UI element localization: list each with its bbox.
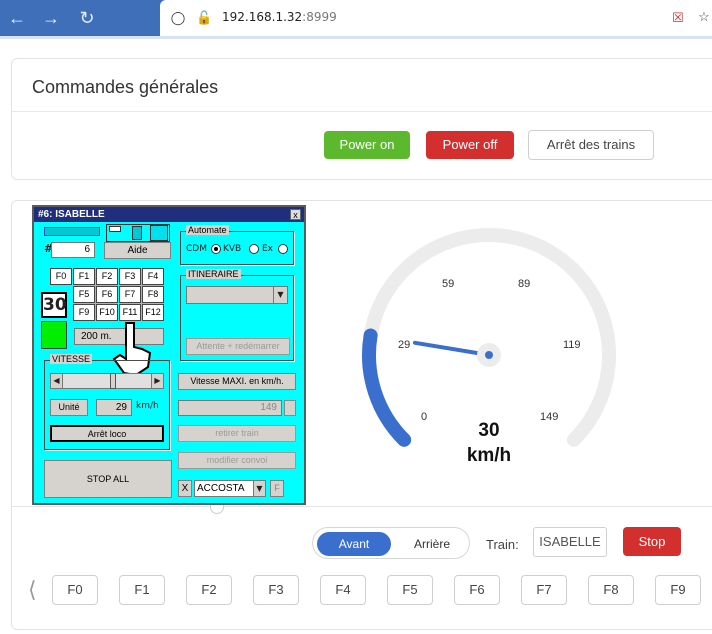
accosta-dropdown-icon[interactable]: ▼ xyxy=(253,481,265,496)
gauge-tick-89: 89 xyxy=(518,278,531,290)
gauge-fill xyxy=(362,328,412,447)
radio-kvb-label: KVB xyxy=(223,244,242,254)
fkey-f7[interactable]: F7 xyxy=(521,575,567,605)
stop-trains-button[interactable]: Arrêt des trains xyxy=(528,130,654,160)
window-close-button[interactable]: x xyxy=(290,209,301,220)
popup-f0[interactable]: F0 xyxy=(50,268,72,285)
dropdown-arrow-icon[interactable]: ▼ xyxy=(273,287,287,303)
gauge-tick-0: 0 xyxy=(421,411,428,423)
arret-loco-button[interactable]: Arrêt loco xyxy=(50,425,164,442)
window-title[interactable]: #6: ISABELLE xyxy=(34,207,304,222)
x-button[interactable]: X xyxy=(178,480,192,497)
window-icon xyxy=(150,225,168,241)
gauge-tick-149: 149 xyxy=(540,411,559,423)
indicator-bar xyxy=(44,227,100,236)
radio-cdm[interactable] xyxy=(211,244,221,254)
translate-off-icon[interactable]: ☒ xyxy=(670,10,686,26)
attente-button[interactable]: Attente + redémarrer xyxy=(186,338,290,355)
chevron-left-icon[interactable]: ⟨ xyxy=(28,579,37,601)
slider-left-arrow-icon[interactable]: ◀ xyxy=(51,374,63,388)
gauge-tick-59: 59 xyxy=(442,278,455,290)
gauge-track xyxy=(362,228,616,447)
gauge-unit: km/h xyxy=(466,445,512,466)
modifier-convoi-button[interactable]: modifier convoi xyxy=(178,452,296,469)
insecure-lock-icon[interactable]: 🔓 xyxy=(196,10,212,26)
vitesse-label: VITESSE xyxy=(50,354,93,364)
unite-button[interactable]: Unité xyxy=(50,399,88,416)
aide-button[interactable]: Aide xyxy=(104,242,171,259)
speed-unit-label: km/h xyxy=(136,401,159,411)
automate-label: Automate xyxy=(186,225,229,235)
train-label: Train: xyxy=(486,537,519,552)
popup-f9[interactable]: F9 xyxy=(73,304,95,321)
popup-f3[interactable]: F3 xyxy=(119,268,141,285)
popup-f8[interactable]: F8 xyxy=(142,286,164,303)
fkey-f8[interactable]: F8 xyxy=(588,575,634,605)
popup-f4[interactable]: F4 xyxy=(142,268,164,285)
reload-icon[interactable]: ↻ xyxy=(74,5,100,31)
popup-f7[interactable]: F7 xyxy=(119,286,141,303)
vitesse-slider[interactable] xyxy=(50,373,164,389)
radio-ex-label: Ex xyxy=(262,244,274,254)
loco-number-field[interactable]: 6 xyxy=(51,242,95,258)
loco-control-window[interactable]: #6: ISABELLE x # 6 Aide F0 F1 F2 F3 F4 F… xyxy=(32,205,306,505)
browser-toolbar: ← → ↻ ◯ 🔓 192.168.1.32:8999 ☒ ☆ xyxy=(0,0,712,36)
gauge-hub-dot xyxy=(485,351,493,359)
power-on-button[interactable]: Power on xyxy=(324,131,410,159)
general-commands-title: Commandes générales xyxy=(32,77,219,97)
fkey-f2[interactable]: F2 xyxy=(186,575,232,605)
back-arrow-icon[interactable]: ← xyxy=(4,5,30,31)
popup-f2[interactable]: F2 xyxy=(96,268,118,285)
forward-arrow-icon[interactable]: → xyxy=(38,5,64,31)
url-text[interactable]: 192.168.1.32:8999 xyxy=(222,10,337,24)
gauge-tick-119: 119 xyxy=(563,339,581,351)
door-icon xyxy=(132,226,142,240)
popup-f1[interactable]: F1 xyxy=(73,268,95,285)
fkey-f6[interactable]: F6 xyxy=(454,575,500,605)
maxi-spinner[interactable] xyxy=(284,400,296,416)
bookmark-star-icon[interactable]: ☆ xyxy=(696,9,712,25)
gauge-tick-29: 29 xyxy=(398,339,411,351)
itineraire-label: ITINERAIRE xyxy=(186,269,241,279)
gauge-value: 30 xyxy=(478,420,500,441)
toolbar-divider xyxy=(0,36,712,39)
signal-green-indicator xyxy=(41,321,67,349)
vitesse-maxi-button[interactable]: Vitesse MAXI. en km/h. xyxy=(178,373,296,390)
backward-option[interactable]: Arrière xyxy=(399,532,465,556)
radio-ex[interactable] xyxy=(278,244,288,254)
popup-f6[interactable]: F6 xyxy=(96,286,118,303)
fkey-f5[interactable]: F5 xyxy=(387,575,433,605)
train-name-field[interactable]: ISABELLE xyxy=(533,527,607,557)
radio-cdm-label: CDM xyxy=(186,244,207,254)
control-divider xyxy=(11,506,712,507)
maxi-field[interactable]: 149 xyxy=(178,400,282,416)
fkey-f4[interactable]: F4 xyxy=(320,575,366,605)
cab-icon xyxy=(109,226,121,232)
general-commands-card: Commandes générales xyxy=(11,58,712,180)
fkey-f3[interactable]: F3 xyxy=(253,575,299,605)
fkey-f0[interactable]: F0 xyxy=(52,575,98,605)
retirer-train-button[interactable]: retirer train xyxy=(178,425,296,442)
shield-icon[interactable]: ◯ xyxy=(170,10,186,26)
direction-toggle[interactable]: Avant Arrière xyxy=(312,527,470,559)
slider-thumb[interactable] xyxy=(110,373,116,389)
popup-f5[interactable]: F5 xyxy=(73,286,95,303)
slider-right-arrow-icon[interactable]: ▶ xyxy=(151,374,163,388)
stop-button[interactable]: Stop xyxy=(623,527,681,556)
fkey-f9[interactable]: F9 xyxy=(655,575,701,605)
forward-option[interactable]: Avant xyxy=(317,532,391,556)
stop-all-button[interactable]: STOP ALL xyxy=(44,460,172,498)
speed-limit-sign: 30 xyxy=(41,292,67,318)
speed-field[interactable]: 29 xyxy=(96,399,132,416)
card-divider xyxy=(12,111,712,112)
fkey-f1[interactable]: F1 xyxy=(119,575,165,605)
radio-kvb[interactable] xyxy=(249,244,259,254)
f-button[interactable]: F xyxy=(270,480,284,497)
power-off-button[interactable]: Power off xyxy=(426,131,514,159)
